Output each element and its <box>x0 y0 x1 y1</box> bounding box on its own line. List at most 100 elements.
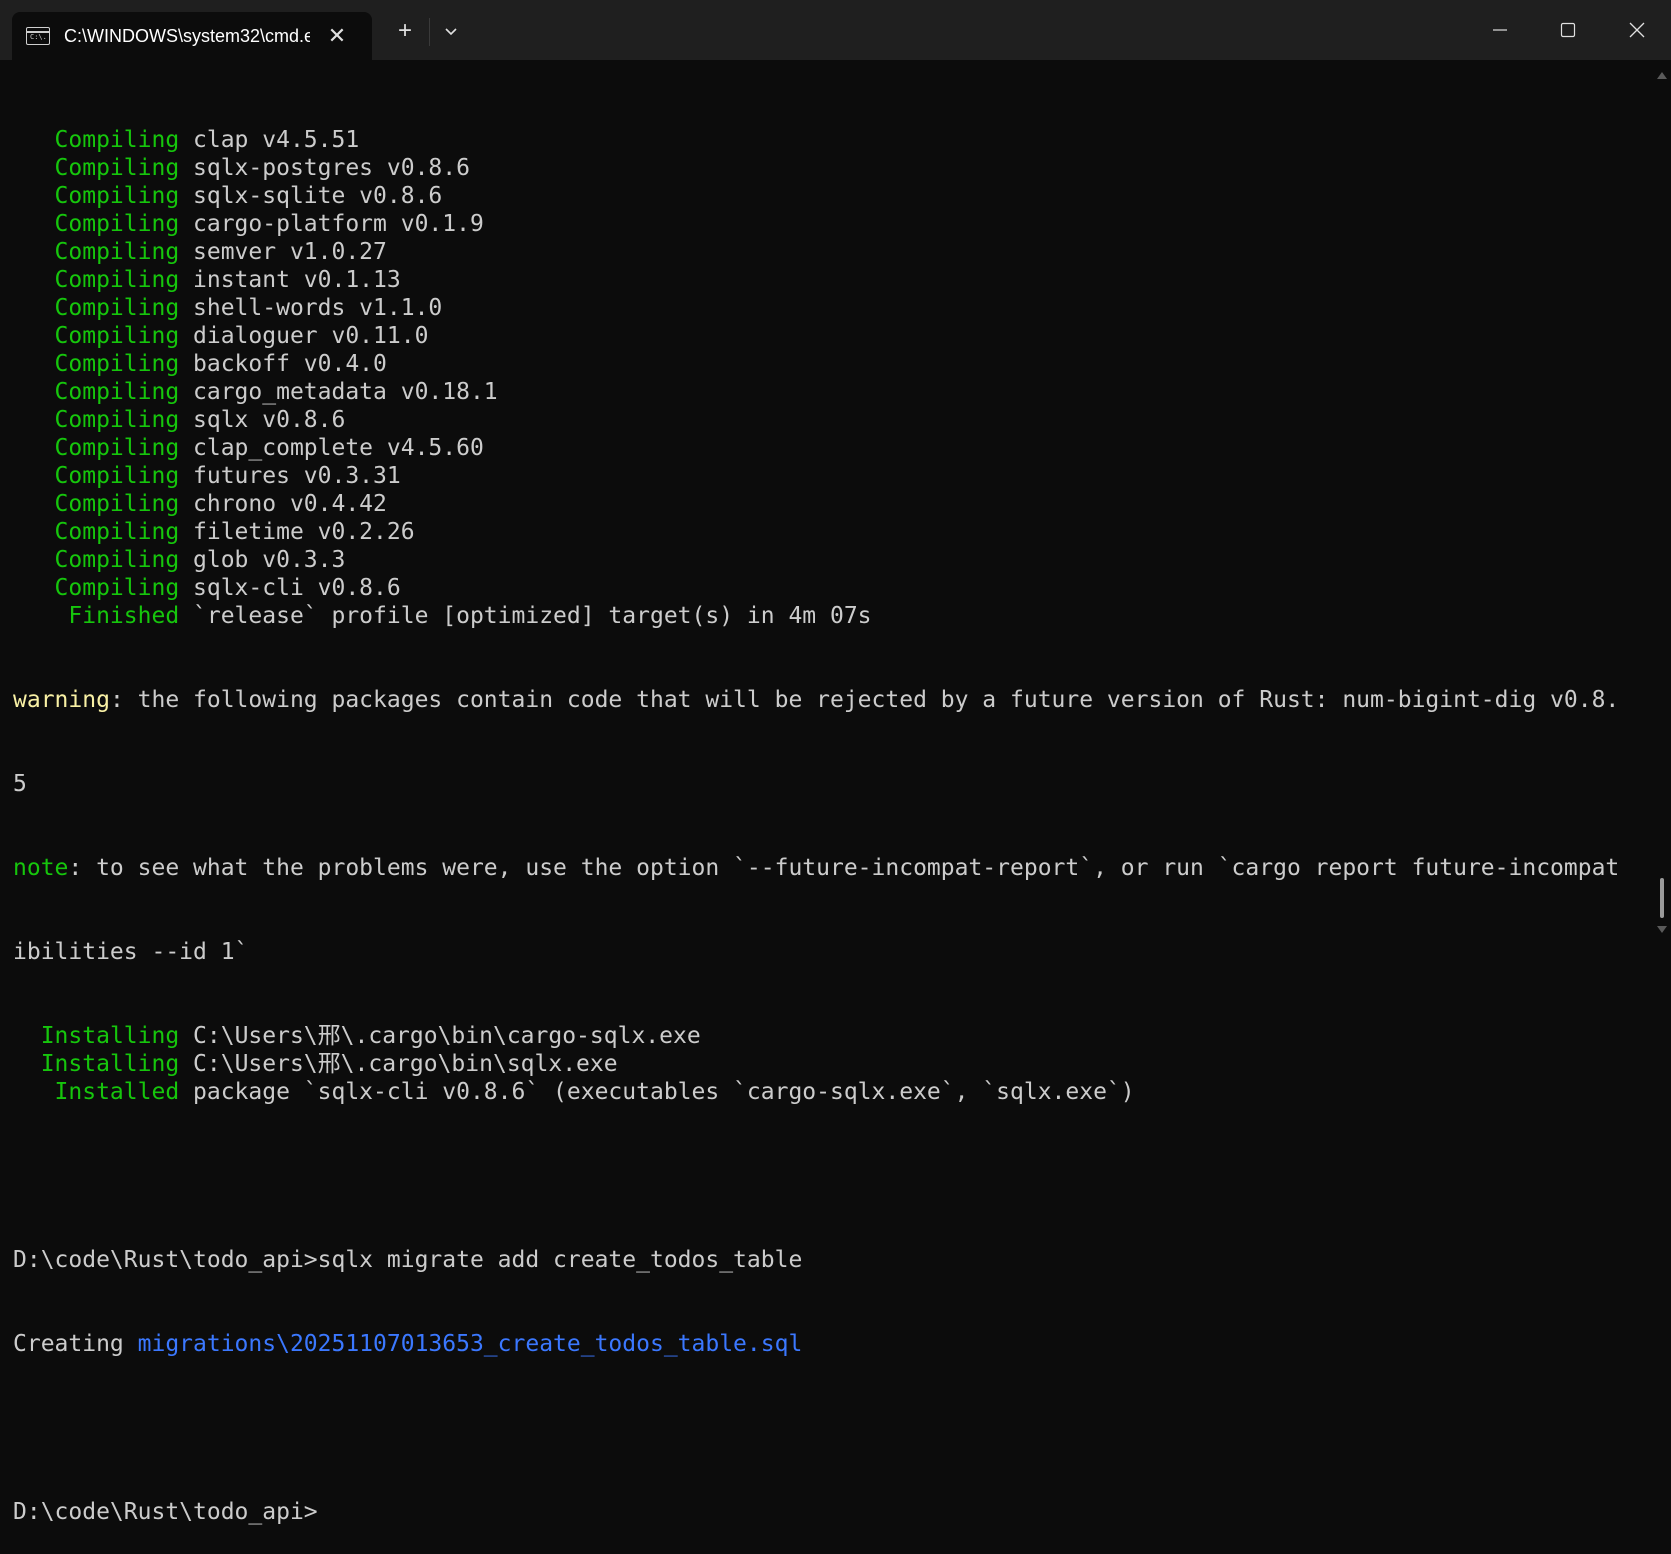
line-text: sqlx-sqlite v0.8.6 <box>179 183 443 209</box>
terminal-output[interactable]: Compiling clap v4.5.51 Compiling sqlx-po… <box>13 70 1653 1525</box>
line-text: chrono v0.4.42 <box>179 491 387 517</box>
status-keyword: Compiling <box>54 407 180 433</box>
status-keyword: Compiling <box>54 267 180 293</box>
compile-line: Compiling sqlx-cli v0.8.6 <box>13 574 1653 602</box>
status-keyword: Installing <box>40 1023 180 1049</box>
migration-file-link[interactable]: migrations\20251107013653_create_todos_t… <box>138 1331 803 1357</box>
compile-line: Compiling glob v0.3.3 <box>13 546 1653 574</box>
line-text: sqlx v0.8.6 <box>179 407 346 433</box>
title-bar: C:\. C:\WINDOWS\system32\cmd.exe ✕ + <box>0 0 1671 60</box>
close-icon[interactable]: ✕ <box>322 21 352 51</box>
status-keyword: Compiling <box>54 547 180 573</box>
note-line: note: to see what the problems were, use… <box>13 854 1653 882</box>
status-keyword: Finished <box>68 603 180 629</box>
status-keyword: Compiling <box>54 127 180 153</box>
warning-continuation: 5 <box>13 771 27 797</box>
compile-line: Compiling sqlx v0.8.6 <box>13 406 1653 434</box>
line-text: cargo-platform v0.1.9 <box>179 211 484 237</box>
install-line: Installing C:\Users\邢\.cargo\bin\sqlx.ex… <box>13 1050 1653 1078</box>
scroll-down-icon[interactable] <box>1657 926 1667 933</box>
creating-line: Creating migrations\20251107013653_creat… <box>13 1330 1653 1358</box>
warning-label: warning <box>13 687 110 713</box>
compile-line: Compiling backoff v0.4.0 <box>13 350 1653 378</box>
line-text: clap v4.5.51 <box>179 127 360 153</box>
status-keyword: Compiling <box>54 351 180 377</box>
close-window-icon[interactable] <box>1603 0 1671 60</box>
line-text: package `sqlx-cli v0.8.6` (executables `… <box>179 1079 1135 1105</box>
line-text: filetime v0.2.26 <box>179 519 415 545</box>
compile-line: Compiling clap_complete v4.5.60 <box>13 434 1653 462</box>
warning-line: warning: the following packages contain … <box>13 686 1653 714</box>
line-text: clap_complete v4.5.60 <box>179 435 484 461</box>
line-text: futures v0.3.31 <box>179 463 401 489</box>
line-text: C:\Users\邢\.cargo\bin\cargo-sqlx.exe <box>179 1023 701 1049</box>
compile-line: Compiling cargo_metadata v0.18.1 <box>13 378 1653 406</box>
line-text: `release` profile [optimized] target(s) … <box>179 603 872 629</box>
status-keyword: Compiling <box>54 239 180 265</box>
compile-line: Compiling sqlx-postgres v0.8.6 <box>13 154 1653 182</box>
line-text: C:\Users\邢\.cargo\bin\sqlx.exe <box>179 1051 618 1077</box>
install-line: Installed package `sqlx-cli v0.8.6` (exe… <box>13 1078 1653 1106</box>
chevron-down-icon[interactable] <box>436 16 466 46</box>
compile-line: Finished `release` profile [optimized] t… <box>13 602 1653 630</box>
maximize-icon[interactable] <box>1534 0 1602 60</box>
status-keyword: Compiling <box>54 379 180 405</box>
line-text: backoff v0.4.0 <box>179 351 387 377</box>
status-keyword: Compiling <box>54 211 180 237</box>
line-text: instant v0.1.13 <box>179 267 401 293</box>
install-log: Installing C:\Users\邢\.cargo\bin\cargo-s… <box>13 1022 1653 1106</box>
tab-separator <box>429 18 430 46</box>
status-keyword: Compiling <box>54 519 180 545</box>
compile-line: Compiling filetime v0.2.26 <box>13 518 1653 546</box>
line-text: glob v0.3.3 <box>179 547 346 573</box>
status-keyword: Compiling <box>54 435 180 461</box>
status-keyword: Compiling <box>54 295 180 321</box>
tab-cmd[interactable]: C:\. C:\WINDOWS\system32\cmd.exe ✕ <box>12 12 372 60</box>
compile-line: Compiling shell-words v1.1.0 <box>13 294 1653 322</box>
status-keyword: Compiling <box>54 323 180 349</box>
vertical-scrollbar[interactable] <box>1653 60 1671 941</box>
compile-line: Compiling cargo-platform v0.1.9 <box>13 210 1653 238</box>
compile-line: Compiling sqlx-sqlite v0.8.6 <box>13 182 1653 210</box>
compile-line: Compiling semver v1.0.27 <box>13 238 1653 266</box>
tab-title: C:\WINDOWS\system32\cmd.exe <box>64 25 310 46</box>
compile-line: Compiling instant v0.1.13 <box>13 266 1653 294</box>
line-text: shell-words v1.1.0 <box>179 295 443 321</box>
build-log: Compiling clap v4.5.51 Compiling sqlx-po… <box>13 126 1653 630</box>
line-text: dialoguer v0.11.0 <box>179 323 429 349</box>
compile-line: Compiling chrono v0.4.42 <box>13 490 1653 518</box>
line-text: semver v1.0.27 <box>179 239 387 265</box>
creating-label: Creating <box>13 1331 138 1357</box>
compile-line: Compiling dialoguer v0.11.0 <box>13 322 1653 350</box>
line-text: sqlx-cli v0.8.6 <box>179 575 401 601</box>
line-text: cargo_metadata v0.18.1 <box>179 379 498 405</box>
note-label: note <box>13 855 69 881</box>
scroll-up-icon[interactable] <box>1657 72 1667 79</box>
note-text: : to see what the problems were, use the… <box>68 855 1620 881</box>
plus-icon[interactable]: + <box>390 16 420 46</box>
prompt-line[interactable]: D:\code\Rust\todo_api> <box>13 1498 1653 1526</box>
status-keyword: Compiling <box>54 183 180 209</box>
scrollbar-thumb[interactable] <box>1660 878 1664 918</box>
minimize-icon[interactable] <box>1466 0 1534 60</box>
status-keyword: Compiling <box>54 575 180 601</box>
